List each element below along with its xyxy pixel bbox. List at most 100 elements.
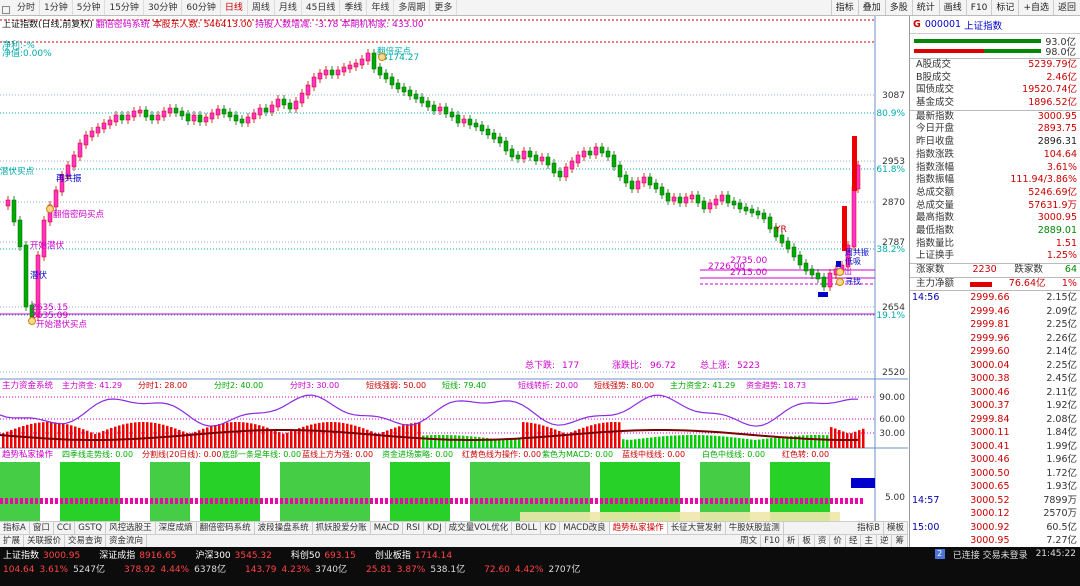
period-tab[interactable]: 1分钟 — [40, 0, 73, 15]
period-tab[interactable]: 季线 — [340, 0, 368, 15]
candle-body — [815, 272, 821, 280]
period-tab[interactable]: 45日线 — [302, 0, 341, 15]
quote-row: 基金成交 1896.52亿 — [910, 97, 1080, 110]
tick-volume: 2.14亿 — [1046, 346, 1077, 358]
index-quote[interactable]: 创业板指 1714.14 — [375, 548, 457, 561]
connection-status[interactable]: 已连接 交易未登录 — [953, 548, 1028, 561]
trend-block — [150, 462, 190, 522]
level-label: 2735.00 — [730, 256, 767, 266]
toolbar-button[interactable]: 返回 — [1052, 0, 1080, 15]
side-tab[interactable]: 经 — [846, 535, 862, 547]
indicator-tab[interactable]: CCI — [54, 522, 76, 534]
side-tab[interactable]: 逆 — [877, 535, 893, 547]
index-quote-pct: 4.42% — [514, 564, 544, 575]
indicator-tab[interactable]: 风控选股王 — [106, 522, 156, 534]
extension-tab[interactable]: 扩展 — [0, 535, 25, 547]
index-quote[interactable]: 科创50 693.15 — [291, 548, 361, 561]
toolbar-button[interactable]: 指标 — [830, 0, 858, 15]
period-tab[interactable]: 年线 — [367, 0, 395, 15]
trend-bar — [80, 498, 83, 504]
period-tab[interactable]: 5分钟 — [73, 0, 106, 15]
trend-bar — [775, 498, 778, 504]
period-tab[interactable]: 更多 — [430, 0, 458, 15]
toolbar-button[interactable]: 画线 — [938, 0, 966, 15]
fund-bar — [314, 423, 317, 448]
quote-value: 57631.9万 — [1028, 199, 1077, 211]
index-quote[interactable]: 深证成指 8916.65 — [99, 548, 181, 561]
indicator-tab[interactable]: RSI — [403, 522, 424, 534]
toolbar-button[interactable]: 叠加 — [857, 0, 885, 15]
indicator-tab[interactable]: MACD — [371, 522, 404, 534]
indicator-tab[interactable]: 窗口 — [30, 522, 54, 534]
fund-bar — [342, 422, 345, 448]
toolbar-button[interactable]: 多股 — [884, 0, 912, 15]
connection-icon[interactable]: 2 — [934, 549, 945, 559]
extension-tab[interactable]: 资金流向 — [106, 535, 148, 547]
extension-tab[interactable]: 关联报价 — [24, 535, 66, 547]
side-tab[interactable]: 资 — [815, 535, 831, 547]
indicator-tab[interactable]: 牛股妖股监测 — [726, 522, 784, 534]
trend-bar — [85, 498, 88, 504]
quote-row: 最高指数 3000.95 — [910, 212, 1080, 225]
indicator-tab[interactable]: MACD改良 — [560, 522, 610, 534]
toolbar-button[interactable]: 统计 — [911, 0, 939, 15]
indicator-tab[interactable]: 趋势私家操作 — [609, 522, 668, 534]
fund-bar — [550, 428, 553, 448]
period-tab[interactable]: 日线 — [221, 0, 248, 15]
side-tab[interactable]: F10 — [761, 535, 784, 547]
candle-body — [221, 108, 227, 115]
toolbar-button[interactable]: F10 — [965, 0, 992, 15]
indicator-tab[interactable]: 抓妖股爱分账 — [313, 522, 371, 534]
indicator-tab[interactable]: 波段操盘系统 — [255, 522, 313, 534]
indicator-tab-row: 指标A 窗口 CCI GSTQ 风控选股王 深度成熵 翻倍密码系统 波段操盘系统 抓妖股爱分账 M… — [0, 521, 908, 534]
side-tab[interactable]: 主 — [861, 535, 877, 547]
side-tab[interactable]: 板 — [799, 535, 815, 547]
period-tab[interactable]: 月线 — [275, 0, 302, 15]
indicator-tab[interactable]: KD — [541, 522, 561, 534]
trend-bar — [290, 498, 293, 504]
signal-label: 再共振 — [56, 173, 82, 184]
side-tab[interactable]: 筹 — [892, 535, 908, 547]
fund-bar — [238, 422, 241, 448]
period-tab[interactable]: 15分钟 — [105, 0, 144, 15]
side-tab[interactable]: 周文 — [737, 535, 762, 547]
tick-row: 3000.37 1.92亿 — [910, 399, 1080, 413]
indicator-tab[interactable]: 翻倍密码系统 — [197, 522, 255, 534]
trend-bar — [770, 498, 773, 504]
indicator-tab[interactable]: BOLL — [512, 522, 542, 534]
indicator-tab[interactable]: 指标B — [854, 522, 884, 534]
period-tab[interactable]: 60分钟 — [182, 0, 221, 15]
period-tab[interactable]: 30分钟 — [144, 0, 183, 15]
indicator-tab[interactable]: 深度成熵 — [156, 522, 197, 534]
fund-bar — [450, 435, 453, 448]
trend-bar — [630, 498, 633, 504]
toolbar-button[interactable]: 标记 — [991, 0, 1018, 15]
indicator-tab[interactable]: 成交量VOL优化 — [446, 522, 513, 534]
trend-bar — [825, 498, 828, 504]
group-badge[interactable]: G — [913, 19, 921, 30]
period-tab[interactable]: 多周期 — [394, 0, 431, 15]
trend-bar — [655, 498, 658, 504]
candle-body — [359, 58, 365, 66]
index-quote-detail: 25.81 3.87% 538.1亿 — [366, 562, 470, 575]
indicator-tab[interactable]: 长征大营发射 — [668, 522, 726, 534]
extension-tab[interactable]: 交易查询 — [65, 535, 107, 547]
candle-body — [113, 114, 119, 123]
side-tab[interactable]: 价 — [830, 535, 846, 547]
candle-body — [659, 186, 665, 196]
indicator-tab[interactable]: 模板 — [884, 522, 908, 534]
indicator-tab[interactable]: GSTQ — [75, 522, 107, 534]
kline-chart-area[interactable]: 3087 2953 2870 2787 2654 2520 80.9% 61.8% 38.2% 1… — [0, 16, 908, 550]
indicator-tab[interactable]: KDJ — [424, 522, 446, 534]
period-tab[interactable]: 周线 — [248, 0, 275, 15]
fund-bar — [174, 428, 177, 448]
index-quote[interactable]: 上证指数 3000.95 — [3, 548, 85, 561]
side-tab[interactable]: 析 — [784, 535, 800, 547]
indicator-tab[interactable]: 指标A — [0, 522, 30, 534]
menu-square-icon[interactable] — [2, 5, 10, 14]
toolbar-button[interactable]: +自选 — [1018, 0, 1053, 15]
index-quote[interactable]: 沪深300 3545.32 — [195, 548, 276, 561]
trend-bar — [140, 498, 143, 504]
period-tab[interactable]: 分时 — [13, 0, 41, 15]
fund-bar — [646, 437, 649, 448]
